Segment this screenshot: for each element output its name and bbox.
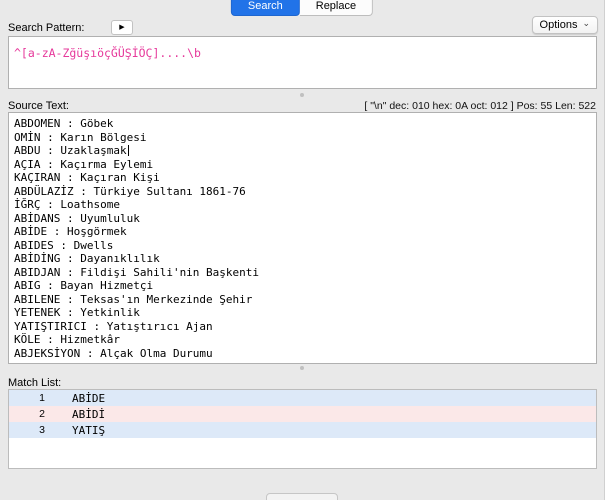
character-status-readout: [ "\n" dec: 010 hex: 0A oct: 012 ] Pos: … [364,100,596,112]
source-line: ABİDANS : Uyumluluk [14,211,140,225]
text-cursor [127,145,130,156]
bottom-clipped-control[interactable] [266,493,338,500]
match-row-number: 2 [39,408,45,420]
tab-bar: Search Replace [230,0,374,16]
source-line: AÇIA : Kaçırma Eylemi [14,157,154,171]
pattern-history-button[interactable]: ▶ [111,20,133,35]
match-row-number: 3 [39,424,45,436]
match-row[interactable]: 3 YATIŞ [9,422,596,438]
source-line: YETENEK : Yetkinlik [14,306,140,319]
search-replace-window: Search Replace Search Pattern: ▶ Options… [0,0,605,500]
match-list-label: Match List: [8,377,62,389]
search-pattern-input[interactable]: ^[a-zA-ZğüşıöçĞÜŞİÖÇ]....\b [8,36,597,89]
splitter-handle-dot[interactable] [300,366,304,370]
source-line: ABDOMEN : Göbek [14,117,114,130]
match-row[interactable]: 1 ABİDE [9,390,596,406]
source-line: OMİN : Karın Bölgesi [14,130,147,144]
source-line: ABILENE : Teksas'ın Merkezinde Şehir [14,292,253,306]
match-row-text: YATIŞ [72,423,106,437]
source-text-label: Source Text: [8,100,69,112]
play-icon: ▶ [119,24,125,31]
pattern-text: ^[a-zA-ZğüşıöçĞÜŞİÖÇ]....\b [14,46,201,60]
source-line: ABİDE : Hoşgörmek [14,225,127,238]
source-line: ABIDES : Dwells [14,238,114,252]
match-row-number: 1 [39,392,45,404]
source-line: ABIDJAN : Fildişi Sahili'nin Başkenti [14,265,260,279]
source-line: KAÇIRAN : Kaçıran Kişi [14,171,160,184]
match-row-text: ABİDİ [72,407,106,421]
source-line: ABIG : Bayan Hizmetçi [14,279,154,292]
options-label: Options [539,19,578,31]
source-line: KÖLE : Hizmetkâr [14,333,120,346]
match-row[interactable]: 2 ABİDİ [9,406,596,422]
source-line: ABDÜLAZİZ : Türkiye Sultanı 1861-76 [14,184,246,198]
search-pattern-label: Search Pattern: [8,22,85,34]
source-line: ABDU : Uzaklaşmak [14,144,591,158]
tab-search[interactable]: Search [230,0,300,16]
splitter-handle-dot[interactable] [300,93,304,97]
match-row-text: ABİDE [72,391,106,405]
source-line: ABİDİNG : Dayanıklılık [14,252,160,265]
source-line: YATIŞTIRICI : Yatıştırıcı Ajan [14,319,213,333]
tab-replace[interactable]: Replace [299,0,374,16]
source-textarea[interactable]: ABDOMEN : Göbek OMİN : Karın Bölgesi ABDU … [8,112,597,364]
source-line: İĞRÇ : Loathsome [14,198,120,211]
options-button[interactable]: Options ⌄ [531,16,598,34]
chevron-down-icon: ⌄ [582,17,590,28]
match-list: 1 ABİDE 2 ABİDİ 3 YATIŞ [8,389,597,469]
source-line: ABJEKSİYON : Alçak Olma Durumu [14,346,213,360]
